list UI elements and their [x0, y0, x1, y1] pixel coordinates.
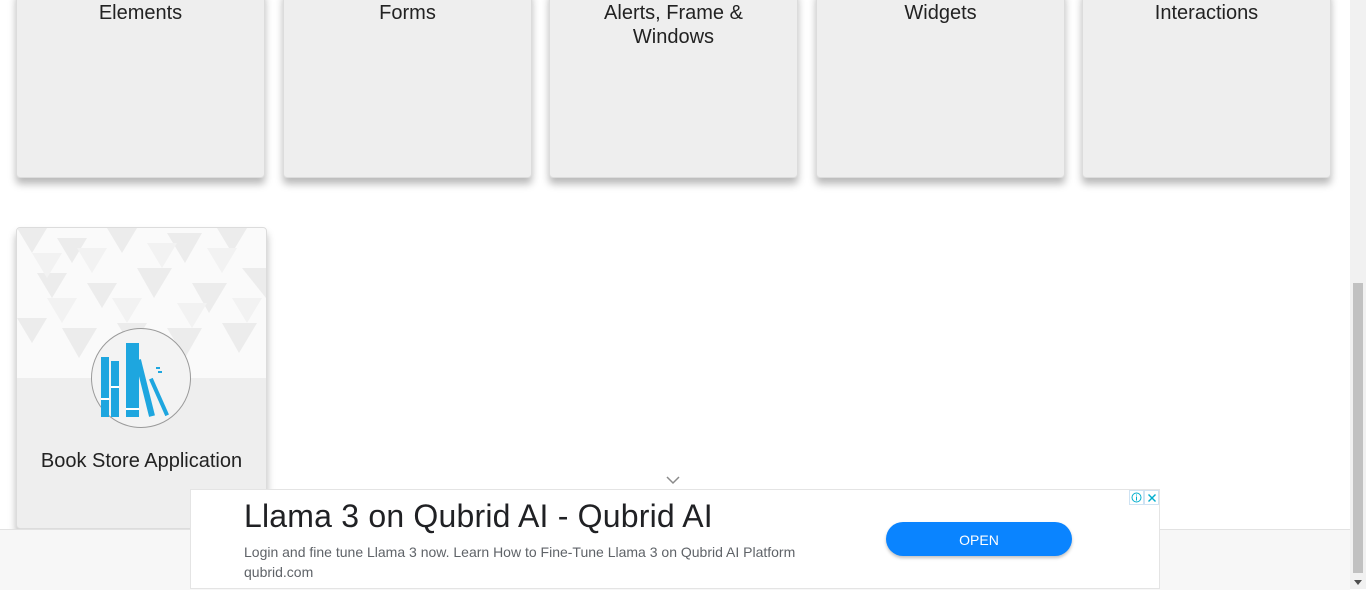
books-icon [101, 343, 169, 417]
card-title: Forms [379, 2, 436, 24]
category-card-alerts[interactable]: Alerts, Frame & Windows [549, 0, 798, 178]
ad-choices [1129, 490, 1159, 505]
ad-banner[interactable]: Llama 3 on Qubrid AI - Qubrid AI Login a… [190, 489, 1160, 589]
category-card-elements[interactable]: Elements [16, 0, 265, 178]
scrollbar-thumb[interactable] [1353, 283, 1363, 573]
ad-headline[interactable]: Llama 3 on Qubrid AI - Qubrid AI [244, 498, 713, 535]
category-card-widgets[interactable]: Widgets [816, 0, 1065, 178]
card-title: Elements [98, 2, 183, 24]
card-title: Widgets [904, 2, 977, 24]
book-card-title: Book Store Application [40, 450, 243, 472]
category-card-book-store[interactable]: Book Store Application [16, 227, 267, 529]
ad-open-button[interactable]: OPEN [886, 522, 1072, 556]
info-icon[interactable] [1129, 490, 1144, 505]
close-icon[interactable] [1144, 490, 1159, 505]
card-title: Alerts, Frame & Windows [604, 2, 743, 48]
vertical-scrollbar[interactable] [1350, 0, 1366, 589]
ad-description: Login and fine tune Llama 3 now. Learn H… [244, 544, 796, 580]
chevron-down-icon[interactable] [666, 474, 680, 486]
card-title: Interactions [1154, 2, 1259, 24]
scroll-down-arrow-icon[interactable] [1354, 580, 1362, 585]
category-card-interactions[interactable]: Interactions [1082, 0, 1331, 178]
book-icon-circle [91, 328, 191, 428]
category-card-forms[interactable]: Forms [283, 0, 532, 178]
